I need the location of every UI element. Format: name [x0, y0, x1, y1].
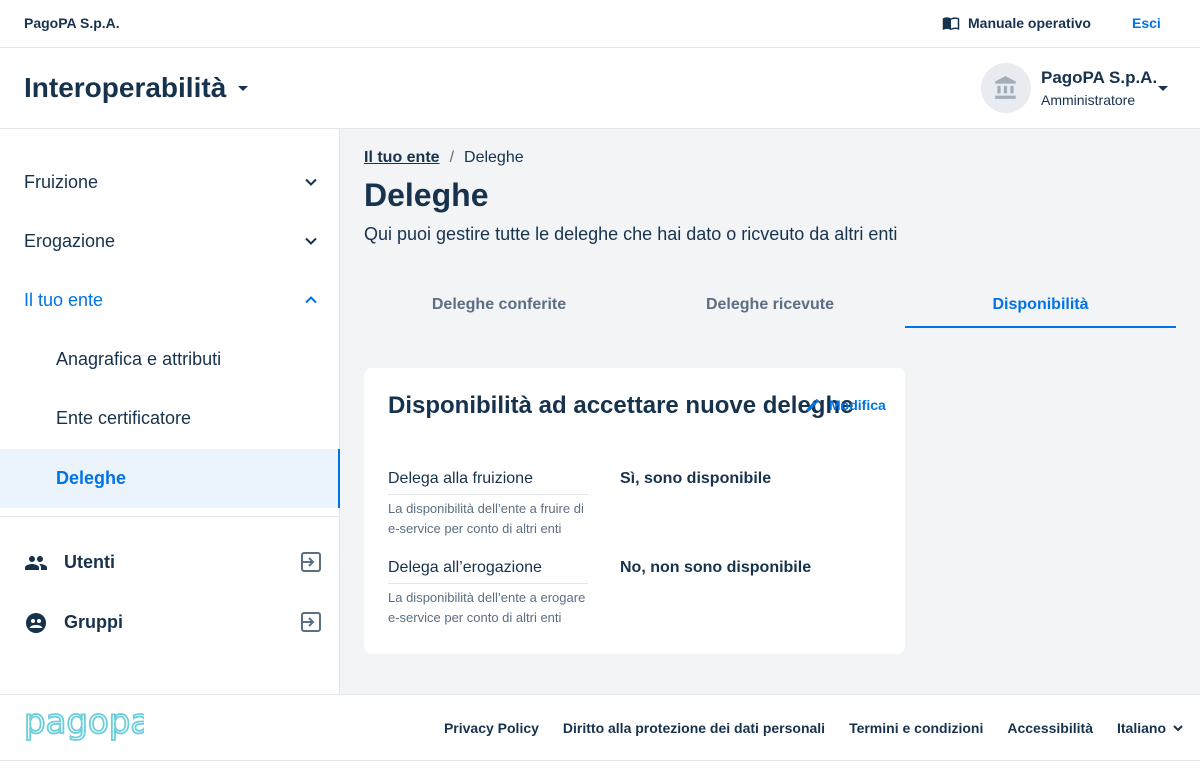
row-label-fruizione: Delega alla fruizione — [388, 470, 588, 495]
edit-button[interactable]: Modifica — [805, 397, 886, 413]
page-title: Deleghe — [364, 177, 489, 213]
footer-link-data-protection[interactable]: Diritto alla protezione dei dati persona… — [563, 720, 825, 736]
availability-card: Disponibilità ad accettare nuove deleghe… — [364, 368, 905, 654]
breadcrumb-separator: / — [449, 149, 455, 166]
chevron-down-icon — [1173, 725, 1183, 732]
breadcrumb: Il tuo ente / Deleghe — [364, 149, 524, 167]
book-icon — [942, 17, 960, 31]
people-icon — [25, 555, 47, 570]
caret-down-icon — [238, 85, 249, 91]
breadcrumb-link-il-tuo-ente[interactable]: Il tuo ente — [364, 149, 440, 167]
tab-deleghe-conferite[interactable]: Deleghe conferite — [364, 289, 634, 328]
top-header: PagoPA S.p.A. Manuale operativo Esci — [0, 0, 1200, 48]
language-selector[interactable]: Italiano — [1117, 720, 1184, 736]
party-role: Amministratore — [1041, 92, 1136, 108]
row-value-fruizione: Sì, sono disponibile — [620, 470, 772, 487]
chevron-up-icon — [305, 296, 317, 304]
language-label: Italiano — [1116, 720, 1166, 736]
sidebar-subitem-ente-certificatore[interactable]: Ente certificatore — [0, 389, 340, 448]
sidebar-item-il-tuo-ente[interactable]: Il tuo ente — [0, 271, 340, 330]
edit-label: Modifica — [829, 397, 886, 413]
logout-button[interactable]: Esci — [1132, 15, 1161, 31]
sidebar-item-label: Erogazione — [24, 231, 116, 251]
party-avatar — [981, 63, 1031, 113]
row-label-erogazione: Delega all’erogazione — [388, 559, 588, 584]
row-help-fruizione: La disponibilità dell’ente a fruire di e… — [388, 501, 584, 536]
sidebar-item-fruizione[interactable]: Fruizione — [0, 153, 340, 212]
tab-deleghe-ricevute[interactable]: Deleghe ricevute — [635, 289, 905, 328]
manual-label: Manuale operativo — [968, 15, 1091, 31]
product-switcher[interactable]: Interoperabilità — [24, 72, 249, 104]
card-title: Disponibilità ad accettare nuove deleghe — [388, 392, 854, 419]
caret-down-icon[interactable] — [1158, 86, 1168, 91]
sidebar-subitem-deleghe[interactable]: Deleghe — [0, 449, 340, 508]
footer-link-accessibility[interactable]: Accessibilità — [1007, 720, 1093, 736]
breadcrumb-current: Deleghe — [464, 149, 524, 166]
product-header: Interoperabilità PagoPA S.p.A. Amministr… — [0, 48, 1200, 129]
party-name[interactable]: PagoPA S.p.A. — [1041, 68, 1157, 88]
institution-icon — [995, 76, 1016, 99]
page-description: Qui puoi gestire tutte le deleghe che ha… — [364, 224, 898, 244]
footer-link-terms[interactable]: Termini e condizioni — [849, 720, 983, 736]
sidebar-subitem-anagrafica[interactable]: Anagrafica e attributi — [0, 330, 340, 389]
logo-text: pagopa — [24, 709, 144, 742]
row-help-erogazione: La disponibilità dell’ente a erogare e-s… — [388, 590, 586, 625]
sidebar-item-label: Il tuo ente — [24, 290, 104, 310]
sidebar-item-erogazione[interactable]: Erogazione — [0, 212, 340, 271]
chevron-down-icon — [305, 237, 317, 245]
chevron-down-icon — [305, 178, 317, 186]
footer-divider — [0, 760, 1200, 761]
open-external-icon — [301, 552, 321, 572]
pencil-icon — [807, 398, 820, 411]
product-name: Interoperabilità — [24, 72, 227, 103]
open-external-icon — [301, 612, 321, 632]
company-name[interactable]: PagoPA S.p.A. — [24, 15, 120, 31]
footer-links: Privacy Policy Diritto alla protezione d… — [444, 720, 1184, 736]
manual-link[interactable]: Manuale operativo — [942, 14, 1091, 32]
sidebar-link-label: Utenti — [64, 552, 115, 572]
group-icon — [26, 612, 46, 633]
tabs: Deleghe conferite Deleghe ricevute Dispo… — [364, 289, 1176, 328]
tab-disponibilita[interactable]: Disponibilità — [905, 289, 1176, 328]
pagopa-logo[interactable]: pagopa — [24, 709, 144, 743]
footer-link-privacy[interactable]: Privacy Policy — [444, 720, 539, 736]
sidebar-link-utenti[interactable]: Utenti — [0, 533, 340, 592]
row-value-erogazione: No, non sono disponibile — [620, 559, 812, 576]
footer: pagopa Privacy Policy Diritto alla prote… — [0, 694, 1200, 768]
sidebar-link-label: Gruppi — [64, 612, 123, 632]
sidebar-divider — [0, 516, 340, 517]
sidebar-subitem-label: Ente certificatore — [56, 408, 192, 428]
main-content: Il tuo ente / Deleghe Deleghe Qui puoi g… — [340, 129, 1200, 694]
sidebar-item-label: Fruizione — [24, 172, 99, 192]
sidebar-subitem-label: Deleghe — [56, 468, 127, 488]
sidebar-subitem-label: Anagrafica e attributi — [56, 349, 222, 369]
sidebar-link-gruppi[interactable]: Gruppi — [0, 593, 340, 652]
sidebar: Fruizione Erogazione Il tuo ente Anagraf… — [0, 129, 340, 694]
